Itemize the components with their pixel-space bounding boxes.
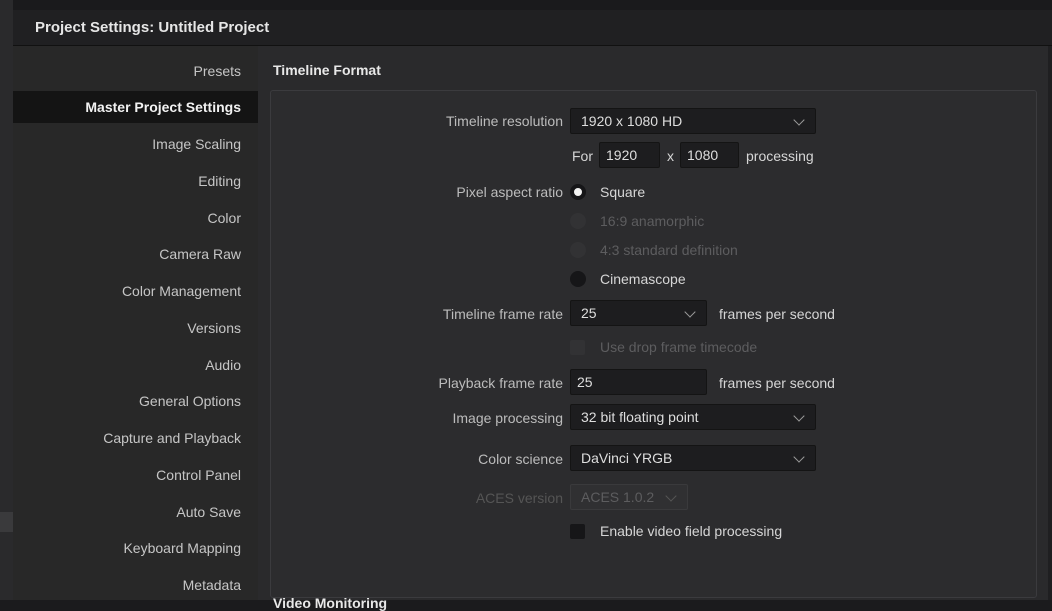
chevron-down-icon xyxy=(684,306,696,318)
aces-version-value: ACES 1.0.2 xyxy=(581,489,655,505)
radio-cinemascope-label: Cinemascope xyxy=(600,271,686,287)
background-marker xyxy=(0,512,13,532)
playback-frame-rate-suffix: frames per second xyxy=(719,375,835,391)
chevron-down-icon xyxy=(793,114,805,126)
section-title-video-monitoring: Video Monitoring xyxy=(273,595,388,611)
window-title: Project Settings: Untitled Project xyxy=(13,10,1052,46)
radio-square[interactable] xyxy=(570,184,586,200)
aces-version-label: ACES version xyxy=(475,490,563,506)
sidebar-item-camera-raw[interactable]: Camera Raw xyxy=(13,238,258,270)
radio-square-label: Square xyxy=(600,184,646,200)
sidebar-item-versions[interactable]: Versions xyxy=(13,312,258,344)
image-processing-value: 32 bit floating point xyxy=(581,409,699,425)
timeline-resolution-dropdown[interactable]: 1920 x 1080 HD xyxy=(570,108,816,134)
playback-frame-rate-input[interactable]: 25 xyxy=(570,369,707,395)
radio-cinemascope[interactable] xyxy=(570,271,586,287)
timeline-resolution-value: 1920 x 1080 HD xyxy=(581,113,683,129)
timeline-frame-rate-dropdown[interactable]: 25 xyxy=(570,300,707,326)
chevron-down-icon xyxy=(793,451,805,463)
chevron-down-icon xyxy=(793,410,805,422)
processing-width-input[interactable]: 1920 xyxy=(599,142,660,168)
sidebar-item-metadata[interactable]: Metadata xyxy=(13,569,258,601)
sidebar-item-color[interactable]: Color xyxy=(13,202,258,234)
sidebar-item-editing[interactable]: Editing xyxy=(13,165,258,197)
background-strip xyxy=(0,0,13,600)
playback-frame-rate-label: Playback frame rate xyxy=(438,375,564,391)
color-science-value: DaVinci YRGB xyxy=(581,450,673,466)
sidebar-item-capture-and-playback[interactable]: Capture and Playback xyxy=(13,422,258,454)
timeline-frame-rate-label: Timeline frame rate xyxy=(442,306,563,322)
sidebar-item-presets[interactable]: Presets xyxy=(13,55,258,87)
timeline-frame-rate-suffix: frames per second xyxy=(719,306,835,322)
video-field-processing-checkbox[interactable] xyxy=(570,524,585,539)
processing-for-label: For xyxy=(572,148,593,164)
sidebar-item-auto-save[interactable]: Auto Save xyxy=(13,496,258,528)
radio-16-9-anamorphic-label: 16:9 anamorphic xyxy=(600,213,705,229)
sidebar-item-keyboard-mapping[interactable]: Keyboard Mapping xyxy=(13,532,258,564)
radio-4-3-standard xyxy=(570,242,586,258)
image-processing-dropdown[interactable]: 32 bit floating point xyxy=(570,404,816,430)
scrollbar-track[interactable] xyxy=(1048,46,1052,600)
sidebar-item-general-options[interactable]: General Options xyxy=(13,385,258,417)
sidebar-item-audio[interactable]: Audio xyxy=(13,349,258,381)
aces-version-dropdown: ACES 1.0.2 xyxy=(570,484,688,510)
sidebar-item-image-scaling[interactable]: Image Scaling xyxy=(13,128,258,160)
processing-height-input[interactable]: 1080 xyxy=(680,142,739,168)
radio-4-3-standard-label: 4:3 standard definition xyxy=(600,242,738,258)
video-field-processing-label: Enable video field processing xyxy=(600,523,783,539)
image-processing-label: Image processing xyxy=(452,410,563,426)
chevron-down-icon xyxy=(665,490,677,502)
sidebar-item-color-management[interactable]: Color Management xyxy=(13,275,258,307)
processing-suffix-label: processing xyxy=(746,148,814,164)
section-title-timeline-format: Timeline Format xyxy=(273,62,381,78)
timeline-resolution-label: Timeline resolution xyxy=(446,113,563,129)
settings-content: Timeline Format Timeline resolution 1920… xyxy=(258,46,1052,611)
processing-x-separator: x xyxy=(667,148,674,164)
sidebar-item-master-project-settings[interactable]: Master Project Settings xyxy=(13,91,258,123)
radio-16-9-anamorphic xyxy=(570,213,586,229)
color-science-label: Color science xyxy=(478,451,563,467)
drop-frame-label: Use drop frame timecode xyxy=(600,339,758,355)
settings-sidebar: Presets Master Project Settings Image Sc… xyxy=(13,46,258,600)
pixel-aspect-ratio-label: Pixel aspect ratio xyxy=(456,184,563,200)
sidebar-item-control-panel[interactable]: Control Panel xyxy=(13,459,258,491)
top-strip xyxy=(13,0,1052,10)
timeline-frame-rate-value: 25 xyxy=(581,305,597,321)
color-science-dropdown[interactable]: DaVinci YRGB xyxy=(570,445,816,471)
drop-frame-checkbox xyxy=(570,340,585,355)
